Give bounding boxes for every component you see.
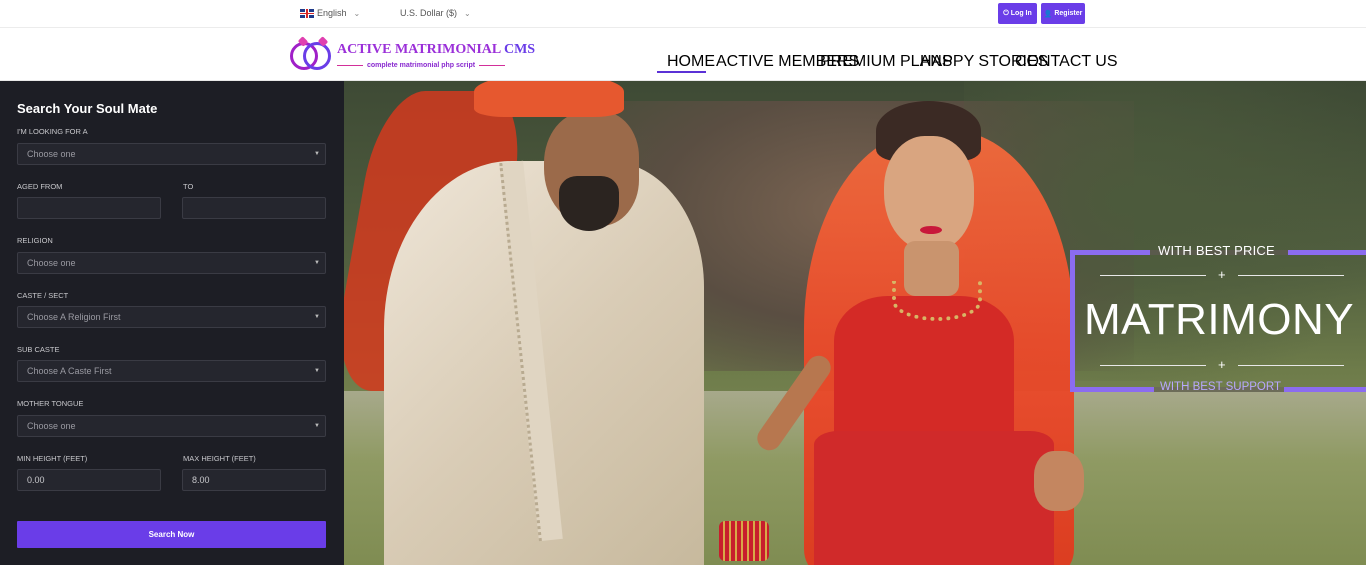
promo-overlay: WITH BEST PRICE + MATRIMONY + WITH BEST … xyxy=(1070,243,1366,394)
chevron-down-icon: ⌄ xyxy=(353,8,361,18)
search-now-button[interactable]: Search Now xyxy=(17,521,326,548)
religion-select[interactable]: Choose one ▼ xyxy=(17,252,326,274)
language-label: English xyxy=(317,8,347,18)
sub-caste-label: SUB CASTE xyxy=(17,345,60,354)
logo-tagline: complete matrimonial php script xyxy=(337,60,506,70)
bride-bangles xyxy=(719,521,769,561)
looking-for-label: I'M LOOKING FOR A xyxy=(17,127,88,136)
plus-icon: + xyxy=(1218,357,1226,372)
caste-value: Choose A Religion First xyxy=(27,312,121,322)
login-button[interactable]: ⏻ Log In xyxy=(998,3,1037,24)
aged-to-label: TO xyxy=(183,182,194,191)
min-height-input[interactable]: 0.00 xyxy=(17,469,161,491)
logo-title-accent: CMS xyxy=(503,42,536,57)
chevron-down-icon: ⌄ xyxy=(464,8,471,18)
search-panel: Search Your Soul Mate I'M LOOKING FOR A … xyxy=(0,81,344,565)
caret-down-icon: ▼ xyxy=(314,423,320,429)
looking-for-select[interactable]: Choose one ▼ xyxy=(17,143,326,165)
uk-flag-icon xyxy=(300,8,314,18)
max-height-input[interactable]: 8.00 xyxy=(182,469,326,491)
nav-contact-us[interactable]: CONTACT US xyxy=(1015,53,1118,71)
plus-icon: + xyxy=(1218,267,1226,282)
user-icon: 👤 xyxy=(1043,10,1053,18)
top-bar: English ⌄ U.S. Dollar ($) ⌄ ⏻ Log In 👤 R… xyxy=(0,0,1366,28)
bride-lips xyxy=(920,226,942,234)
nav-active-indicator xyxy=(657,71,706,73)
caret-down-icon: ▼ xyxy=(314,314,320,320)
currency-selector[interactable]: U.S. Dollar ($) ⌄ xyxy=(400,8,471,18)
caret-down-icon: ▼ xyxy=(314,368,320,374)
power-icon: ⏻ xyxy=(1003,9,1009,17)
min-height-label: MIN HEIGHT (FEET) xyxy=(17,454,88,463)
religion-label: RELIGION xyxy=(17,236,53,245)
bride-necklace xyxy=(892,281,982,321)
site-header: ACTIVE MATRIMONIAL CMS complete matrimon… xyxy=(0,28,1366,81)
register-label: Register xyxy=(1054,10,1083,17)
search-panel-title: Search Your Soul Mate xyxy=(17,101,158,116)
sub-caste-select[interactable]: Choose A Caste First ▼ xyxy=(17,360,326,382)
language-selector[interactable]: English ⌄ xyxy=(300,8,360,18)
site-logo[interactable]: ACTIVE MATRIMONIAL CMS complete matrimon… xyxy=(289,36,535,72)
promo-top-text: WITH BEST PRICE xyxy=(1158,243,1275,258)
mother-tongue-select[interactable]: Choose one ▼ xyxy=(17,415,326,437)
groom-beard xyxy=(559,176,619,231)
bride-hand xyxy=(1034,451,1084,511)
currency-label: U.S. Dollar ($) xyxy=(400,8,458,18)
aged-from-input[interactable] xyxy=(17,197,161,219)
register-button[interactable]: 👤 Register xyxy=(1041,3,1085,24)
promo-frame-left xyxy=(1070,250,1075,392)
promo-divider-top: + xyxy=(1100,267,1344,282)
rings-logo-icon xyxy=(289,36,335,72)
caret-down-icon: ▼ xyxy=(314,151,320,157)
mother-tongue-label: MOTHER TONGUE xyxy=(17,399,84,408)
caste-label: CASTE / SECT xyxy=(17,291,69,300)
logo-title: ACTIVE MATRIMONIAL CMS xyxy=(337,42,536,57)
nav-home[interactable]: HOME xyxy=(667,53,715,71)
promo-main-text: MATRIMONY xyxy=(1084,295,1355,344)
groom-turban xyxy=(474,81,624,117)
bride-lehenga xyxy=(814,431,1054,565)
looking-for-value: Choose one xyxy=(27,149,76,159)
login-label: Log In xyxy=(1010,10,1032,17)
promo-bottom-text: WITH BEST SUPPORT xyxy=(1160,381,1281,393)
caret-down-icon: ▼ xyxy=(314,260,320,266)
aged-to-input[interactable] xyxy=(182,197,326,219)
religion-value: Choose one xyxy=(27,258,76,268)
caste-select[interactable]: Choose A Religion First ▼ xyxy=(17,306,326,328)
mother-tongue-value: Choose one xyxy=(27,421,76,431)
sub-caste-value: Choose A Caste First xyxy=(27,366,112,376)
promo-divider-bottom: + xyxy=(1100,357,1344,372)
max-height-label: MAX HEIGHT (FEET) xyxy=(183,454,256,463)
aged-from-label: AGED FROM xyxy=(17,182,63,191)
